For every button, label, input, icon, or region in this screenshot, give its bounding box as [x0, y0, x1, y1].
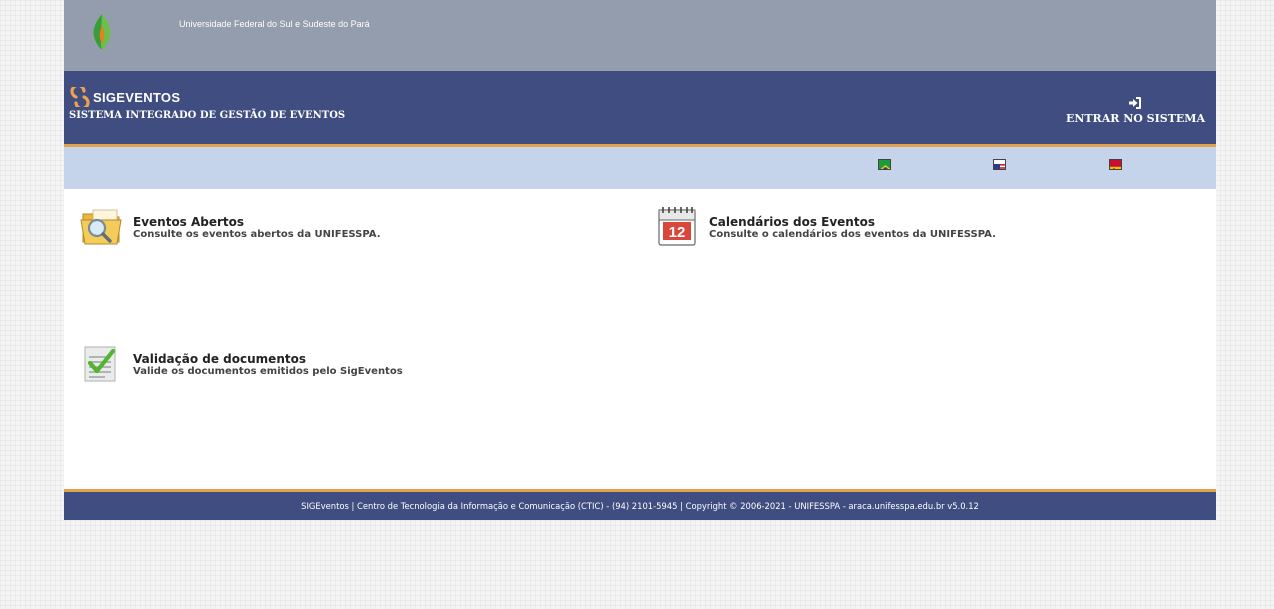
item-title: Eventos Abertos [133, 215, 245, 229]
sign-in-icon [1129, 97, 1142, 109]
sigeventos-logo-icon [70, 87, 90, 107]
footer-text: SIGEventos | Centro de Tecnologia da Inf… [301, 501, 979, 511]
unifesspa-logo-icon [93, 14, 111, 50]
calendarios-eventos-text: Calendários dos Eventos Consulte o calen… [709, 204, 996, 241]
item-description: Valide os documentos emitidos pelo SigEv… [133, 366, 403, 377]
system-header: SIGEVENTOS SISTEMA INTEGRADO DE GESTÃO D… [64, 71, 1216, 147]
eventos-abertos-link[interactable]: Eventos Abertos Consulte os eventos aber… [79, 204, 381, 248]
item-title: Validação de documentos [133, 352, 306, 366]
system-subtitle: SISTEMA INTEGRADO DE GESTÃO DE EVENTOS [69, 110, 346, 121]
sigeventos-logo: SIGEVENTOS [70, 87, 180, 107]
eventos-abertos-text: Eventos Abertos Consulte os eventos aber… [133, 204, 381, 241]
usa-flag-icon[interactable] [993, 159, 1006, 170]
calendar-icon: 12 [658, 207, 696, 246]
page-container: Universidade Federal do Sul e Sudeste do… [64, 0, 1216, 520]
language-bar [64, 147, 1216, 189]
brazil-flag-graphic [880, 165, 890, 169]
item-title: Calendários dos Eventos [709, 215, 875, 229]
university-name: Universidade Federal do Sul e Sudeste do… [179, 19, 370, 29]
usa-flag-graphic [994, 164, 1005, 169]
folder-search-icon [80, 209, 122, 245]
calendarios-eventos-link[interactable]: 12 Calendários dos Eventos Consulte o ca… [655, 204, 996, 248]
system-name: SIGEVENTOS [93, 89, 181, 105]
main-content: Eventos Abertos Consulte os eventos aber… [64, 189, 1216, 489]
brazil-flag-icon[interactable] [878, 159, 891, 170]
footer: SIGEventos | Centro de Tecnologia da Inf… [64, 489, 1216, 520]
validacao-documentos-text: Validação de documentos Valide os docume… [133, 341, 403, 378]
item-description: Consulte os eventos abertos da UNIFESSPA… [133, 229, 381, 240]
login-button[interactable]: ENTRAR NO SISTEMA [1066, 96, 1205, 125]
calendar-day: 12 [669, 224, 686, 241]
university-bar: Universidade Federal do Sul e Sudeste do… [64, 0, 1216, 71]
spain-flag-icon[interactable] [1109, 159, 1122, 170]
item-description: Consulte o calendários dos eventos da UN… [709, 229, 996, 240]
login-label: ENTRAR NO SISTEMA [1065, 112, 1205, 125]
document-check-icon [84, 346, 116, 382]
validacao-documentos-link[interactable]: Validação de documentos Valide os docume… [79, 341, 403, 385]
spain-flag-graphic [1110, 166, 1121, 169]
